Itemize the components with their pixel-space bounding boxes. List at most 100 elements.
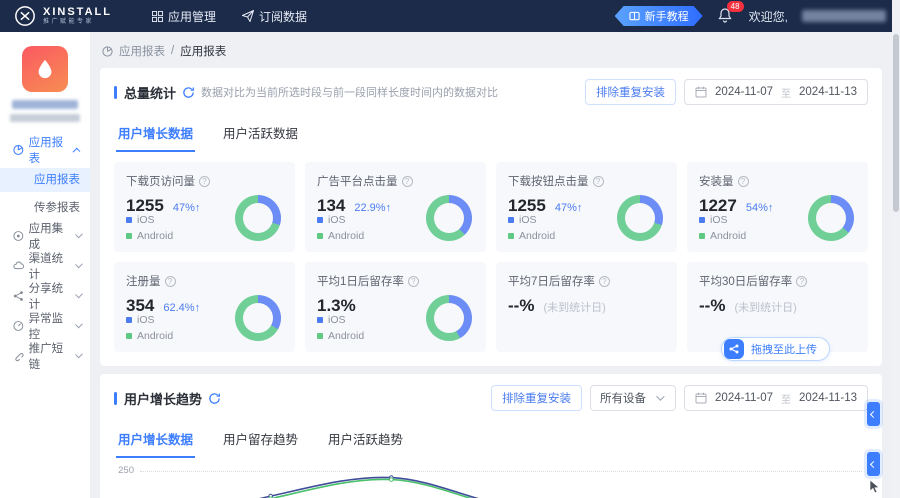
exclude-duplicate-install-button[interactable]: 排除重复安装 — [491, 385, 582, 411]
tab-user-growth-data[interactable]: 用户增长数据 — [116, 117, 195, 152]
stat-change: 47%↑ — [173, 202, 201, 214]
tab-user-active-data[interactable]: 用户活跃数据 — [221, 117, 300, 152]
menu-app-management[interactable]: 应用管理 — [152, 8, 216, 25]
info-icon[interactable]: ? — [402, 176, 413, 187]
upload-share-icon — [724, 339, 744, 359]
trend-tabs: 用户增长数据 用户留存趋势 用户活跃趋势 — [100, 417, 882, 458]
stat-value: --% — [508, 296, 534, 316]
chevron-down-icon — [75, 231, 83, 239]
stat-title: 平均7日后留存率 — [508, 273, 595, 289]
username-redacted[interactable] — [802, 10, 886, 22]
summary-description: 数据对比为当前所选时段与前一段同样长度时间内的数据对比 — [201, 84, 498, 100]
notification-bell[interactable]: 48 — [717, 7, 735, 25]
summary-title: 总量统计 — [124, 83, 176, 102]
ios-legend-label: iOS — [137, 314, 155, 326]
pie-chart-icon — [102, 46, 113, 57]
ios-legend-swatch — [699, 217, 705, 223]
greeting-text: 欢迎您, — [749, 8, 788, 25]
android-legend-swatch — [699, 233, 705, 239]
date-end[interactable]: 2024-11-13 — [799, 86, 857, 98]
donut-chart — [617, 195, 663, 241]
tab-user-retention-trend[interactable]: 用户留存趋势 — [221, 423, 300, 458]
info-icon[interactable]: ? — [199, 176, 210, 187]
info-icon[interactable]: ? — [408, 276, 419, 287]
sidebar-subitem-app-report[interactable]: 应用报表 — [0, 168, 90, 192]
platform-legend: iOS Android — [508, 210, 555, 242]
info-icon[interactable]: ? — [738, 176, 749, 187]
ios-legend-label: iOS — [137, 214, 155, 226]
collapse-panel-button[interactable] — [867, 402, 880, 426]
app-avatar[interactable] — [22, 46, 68, 92]
info-icon[interactable]: ? — [165, 276, 176, 287]
android-legend-swatch — [317, 233, 323, 239]
send-icon — [242, 10, 254, 22]
top-menu: 应用管理 订阅数据 — [152, 8, 307, 25]
date-range-picker[interactable]: 2024-11-07 至 2024-11-13 — [684, 79, 868, 105]
donut-chart — [426, 295, 472, 341]
share-icon — [13, 290, 24, 302]
donut-chart — [235, 295, 281, 341]
android-legend-swatch — [126, 333, 132, 339]
stat-card-registrations: 注册量? 35462.4%↑ iOS Android — [114, 262, 295, 352]
drag-upload-button[interactable]: 拖拽至此上传 — [721, 337, 830, 361]
brand-tagline: 推广赋能专家 — [43, 18, 112, 26]
date-start[interactable]: 2024-11-07 — [715, 392, 773, 404]
title-accent-bar — [114, 392, 117, 405]
mouse-cursor — [869, 480, 881, 494]
brand-name: XINSTALL — [43, 7, 112, 18]
donut-chart — [426, 195, 472, 241]
exclude-duplicate-install-button[interactable]: 排除重复安装 — [585, 79, 676, 105]
calendar-icon — [695, 86, 707, 98]
donut-chart — [235, 195, 281, 241]
stat-change: 47%↑ — [555, 202, 583, 214]
sidebar-item-app-report[interactable]: 应用报表 — [0, 138, 90, 162]
chevron-down-icon — [75, 291, 83, 299]
info-icon[interactable]: ? — [599, 276, 610, 287]
ios-legend-swatch — [317, 217, 323, 223]
channel-icon — [13, 260, 24, 272]
date-range-picker[interactable]: 2024-11-07 至 2024-11-13 — [684, 385, 868, 411]
chevron-up-icon — [72, 147, 80, 155]
info-icon[interactable]: ? — [593, 176, 604, 187]
stat-card-download-page-visits: 下载页访问量? 125547%↑ iOS Android — [114, 162, 295, 252]
brand-logo-block[interactable]: XINSTALL 推广赋能专家 — [14, 5, 112, 27]
date-end[interactable]: 2024-11-13 — [799, 392, 857, 404]
stat-card-ad-platform-clicks: 广告平台点击量? 13422.9%↑ iOS Android — [305, 162, 486, 252]
window-scrollbar — [892, 0, 900, 498]
sidebar-item-label: 推广短链 — [29, 340, 70, 372]
tutorial-button[interactable]: 新手教程 — [615, 6, 703, 26]
sidebar-item-label: 应用集成 — [29, 220, 70, 252]
collapse-panel-button[interactable] — [867, 452, 880, 476]
sidebar-item-app-integration[interactable]: 应用集成 — [0, 224, 90, 248]
menu-subscribe-data-label: 订阅数据 — [259, 8, 307, 25]
sidebar-subitem-param-report[interactable]: 传参报表 — [0, 196, 90, 220]
sidebar-item-label: 渠道统计 — [29, 250, 70, 282]
sidebar-item-anomaly-monitor[interactable]: 异常监控 — [0, 314, 90, 338]
stat-title: 安装量 — [699, 173, 734, 189]
scrollbar-thumb[interactable] — [893, 34, 899, 212]
android-legend-swatch — [317, 333, 323, 339]
sidebar-item-channel-stats[interactable]: 渠道统计 — [0, 254, 90, 278]
android-legend-label: Android — [137, 330, 173, 342]
menu-subscribe-data[interactable]: 订阅数据 — [242, 8, 307, 25]
calendar-icon — [695, 392, 707, 404]
sidebar-item-short-link[interactable]: 推广短链 — [0, 344, 90, 368]
ios-legend-swatch — [126, 317, 132, 323]
refresh-icon[interactable] — [208, 392, 221, 405]
title-accent-bar — [114, 86, 117, 99]
tab-user-active-trend[interactable]: 用户活跃趋势 — [326, 423, 405, 458]
tab-user-growth-data[interactable]: 用户增长数据 — [116, 423, 195, 458]
breadcrumb-first[interactable]: 应用报表 — [119, 43, 165, 59]
stat-card-installs: 安装量? 122754%↑ iOS Android — [687, 162, 868, 252]
grid-icon — [152, 11, 163, 22]
sidebar-item-share-stats[interactable]: 分享统计 — [0, 284, 90, 308]
info-icon[interactable]: ? — [796, 276, 807, 287]
device-select[interactable]: 所有设备 — [590, 385, 676, 411]
refresh-icon[interactable] — [182, 86, 195, 99]
app-name-redacted — [12, 100, 78, 109]
date-start[interactable]: 2024-11-07 — [715, 86, 773, 98]
breadcrumb-last: 应用报表 — [180, 43, 226, 59]
android-legend-label: Android — [328, 330, 364, 342]
chevron-left-icon — [870, 460, 877, 467]
integration-icon — [13, 230, 24, 242]
